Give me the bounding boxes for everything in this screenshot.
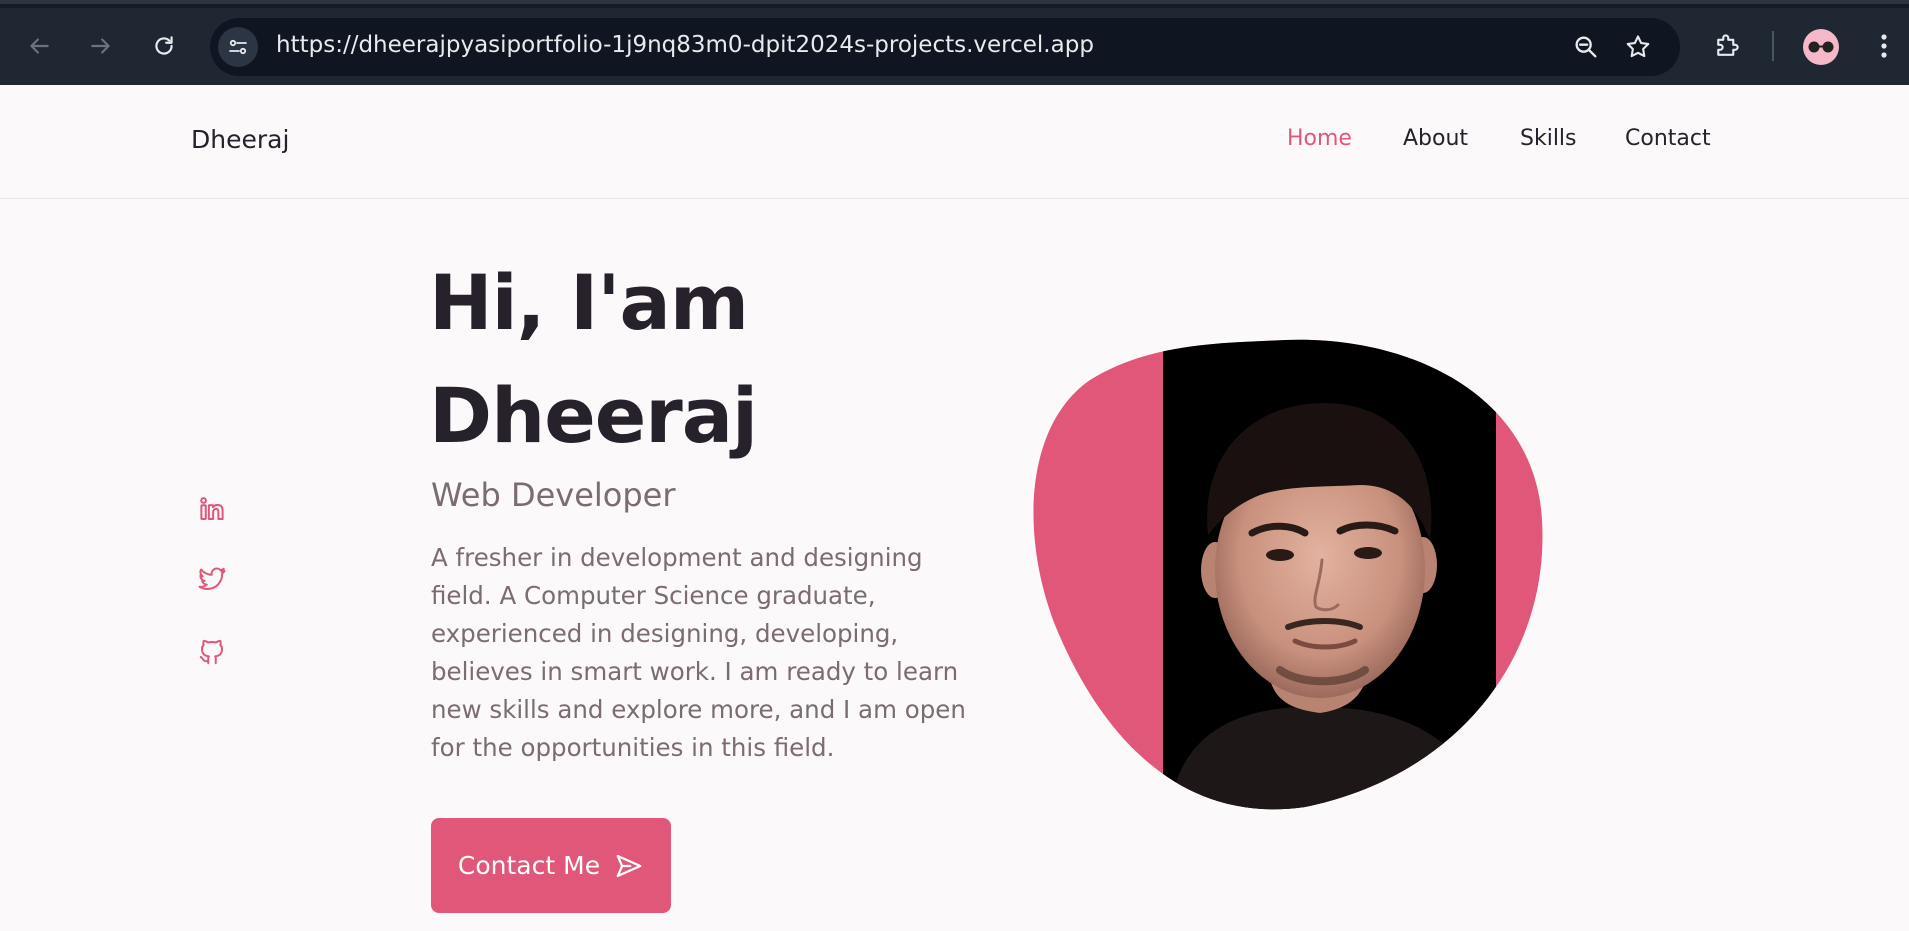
reload-icon [155,36,173,55]
twitter-icon [198,567,226,591]
hero-description: A fresher in development and designing f… [431,543,966,762]
reload-button[interactable] [144,26,184,66]
extensions-puzzle-icon [1717,34,1739,56]
github-icon [199,639,223,665]
site-logo[interactable]: Dheeraj [191,125,289,154]
nav-home[interactable]: Home [1287,126,1352,151]
back-button[interactable] [19,26,59,66]
forward-arrow-icon [91,38,110,54]
nav-about[interactable]: About [1403,126,1468,151]
site-settings-icon [229,39,247,55]
back-arrow-icon [30,38,49,54]
hero-greeting: Hi, I'am [429,258,749,347]
twitter-link[interactable] [195,562,229,596]
zoom-out-icon [1575,36,1597,58]
linkedin-icon [200,497,224,520]
zoom-button[interactable] [1570,31,1602,63]
contact-me-button[interactable]: Contact Me [431,818,671,913]
extensions-button[interactable] [1707,26,1747,66]
hero-name: Dheeraj [429,371,758,460]
hero-subtitle: Web Developer [431,476,676,514]
url-text[interactable]: https://dheerajpyasiportfolio-1j9nq83m0-… [276,32,1094,58]
nav-skills[interactable]: Skills [1520,126,1577,151]
github-link[interactable] [195,635,229,669]
nav-contact[interactable]: Contact [1625,126,1711,151]
profile-photo-blob [1030,335,1550,810]
send-icon [616,854,642,877]
contact-me-label: Contact Me [457,851,601,880]
address-bar[interactable]: https://dheerajpyasiportfolio-1j9nq83m0-… [210,18,1680,76]
profile-photo [1033,339,1543,810]
browser-toolbar: https://dheerajpyasiportfolio-1j9nq83m0-… [0,0,1909,85]
linkedin-link[interactable] [195,492,229,526]
forward-button[interactable] [81,26,121,66]
toolbar-divider [1772,31,1774,61]
more-menu-icon [1881,34,1887,58]
bookmark-button[interactable] [1622,31,1654,63]
bookmark-star-icon [1626,35,1650,58]
glasses-icon [1808,41,1834,53]
site-info-button[interactable] [218,27,258,67]
site-header: Dheeraj Home About Skills Contact [0,85,1909,199]
profile-avatar[interactable] [1803,29,1839,65]
more-menu-button[interactable] [1864,26,1904,66]
tab-strip-edge [0,4,1909,8]
